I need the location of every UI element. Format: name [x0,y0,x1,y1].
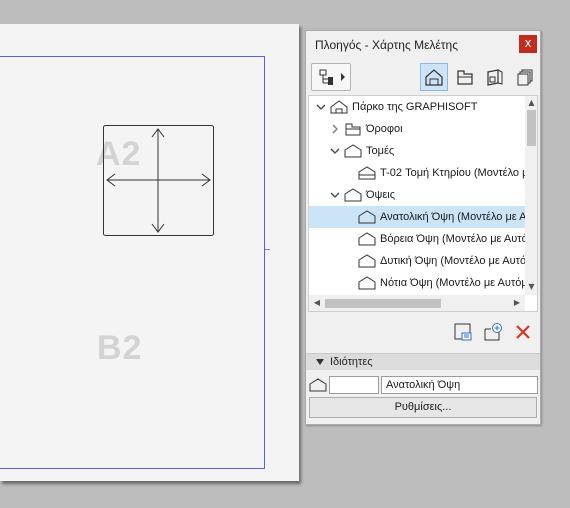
tree-item[interactable]: Τομές [309,140,525,162]
elevation-view-icon [358,276,376,290]
new-view-button[interactable] [482,321,504,343]
project-house-icon [330,100,348,114]
project-tree[interactable]: Πάρκο της GRAPHISOFT Όροφοι Τομές T-02 Τομή… [308,95,538,312]
view-id-field[interactable] [329,376,379,394]
tree-item-label: Όροφοι [366,123,403,135]
delete-button[interactable] [512,321,534,343]
close-button[interactable]: x [519,35,537,53]
sheet-border [0,56,265,469]
tree-item[interactable]: Ανατολική Όψη (Μοντέλο με Αυτόματη Ενημέ… [309,206,525,228]
tree-item[interactable]: Νότια Όψη (Μοντέλο με Αυτόματη Ενημέρωση… [309,272,525,294]
properties-header-label: Ιδιότητες [330,356,373,368]
delete-icon [516,325,530,339]
layout-book-button[interactable] [481,63,509,91]
navigator-bottom-tools [306,319,540,347]
tree-item[interactable]: Δυτική Όψη (Μοντέλο με Αυτόματη Ενημέρωσ… [309,250,525,272]
view-name-field[interactable]: Ανατολική Όψη [381,376,538,394]
tree-item[interactable]: Πάρκο της GRAPHISOFT [309,96,525,118]
vertical-scrollbar[interactable]: ▲ ▼ [525,96,537,295]
elevation-view-icon [358,254,376,268]
sheet-marker [265,249,270,250]
elevations-icon [344,188,362,202]
publisher-sets-icon [517,69,533,86]
palette-title-bar[interactable]: Πλοηγός - Χάρτης Μελέτης x [306,31,540,57]
elevation-type-icon [309,378,327,392]
publisher-sets-button[interactable] [511,63,539,91]
sections-icon [344,144,362,158]
stories-icon [344,122,362,136]
project-map-icon [425,69,443,86]
elevation-view-icon [358,232,376,246]
layout-book-icon [487,69,503,86]
collapse-triangle-icon [316,359,324,365]
view-map-icon [457,70,473,85]
scroll-right-icon[interactable]: ▶ [512,297,522,309]
scroll-up-icon[interactable]: ▲ [527,98,536,108]
expand-chevron-icon[interactable] [315,101,327,113]
resize-arrows-icon [103,125,214,236]
tree-item-label: T-02 Τομή Κτηρίου (Μοντέλο με Αυτόματη Ε… [380,167,525,179]
horizontal-scrollbar[interactable]: ◀ ▶ [309,295,525,311]
view-map-button[interactable] [451,63,479,91]
properties-section-header[interactable]: Ιδιότητες [306,353,540,370]
tree-item-label: Δυτική Όψη (Μοντέλο με Αυτόματη Ενημέρωσ… [380,255,525,267]
tree-item[interactable]: Όροφοι [309,118,525,140]
placeholder-b2: B2 [97,329,143,367]
section-view-icon [358,166,376,180]
tree-item[interactable]: Βόρεια Όψη (Μοντέλο με Αυτόματη Ενημέρωσ… [309,228,525,250]
tree-item[interactable]: T-02 Τομή Κτηρίου (Μοντέλο με Αυτόματη Ε… [309,162,525,184]
settings-button[interactable]: Ρυθμίσεις... [309,397,537,418]
properties-row: Ανατολική Όψη [306,374,540,394]
tree-menu-icon [319,69,345,85]
placed-view-drawing[interactable] [103,125,214,236]
collapse-chevron-icon[interactable] [329,123,341,135]
scroll-left-icon[interactable]: ◀ [312,297,322,309]
new-view-icon [484,323,502,341]
navigator-toolbar [306,59,540,95]
place-on-layout-button[interactable] [452,321,474,343]
tree-item-label: Τομές [366,145,395,157]
tree-menu-button[interactable] [311,63,351,91]
horizontal-scroll-thumb[interactable] [325,299,441,308]
vertical-scroll-thumb[interactable] [527,110,536,146]
tree-item-label: Όψεις [366,189,396,201]
tree-item-label: Βόρεια Όψη (Μοντέλο με Αυτόματη Ενημέρωσ… [380,233,525,245]
expand-chevron-icon[interactable] [329,189,341,201]
tree-item[interactable]: Όψεις [309,184,525,206]
tree-item-label: Νότια Όψη (Μοντέλο με Αυτόματη Ενημέρωση… [380,277,525,289]
elevation-view-icon [358,210,376,224]
place-on-layout-icon [454,323,472,341]
project-map-button[interactable] [420,63,448,91]
tree-item-label: Ανατολική Όψη (Μοντέλο με Αυτόματη Ενημέ… [380,211,525,223]
tree-item-label: Πάρκο της GRAPHISOFT [352,101,478,113]
palette-title: Πλοηγός - Χάρτης Μελέτης [315,38,458,52]
navigator-palette: Πλοηγός - Χάρτης Μελέτης x Πάρκο της GRA… [305,30,541,425]
expand-chevron-icon[interactable] [329,145,341,157]
scroll-down-icon[interactable]: ▼ [527,282,536,292]
layout-sheet[interactable]: A2 B2 [0,24,299,481]
